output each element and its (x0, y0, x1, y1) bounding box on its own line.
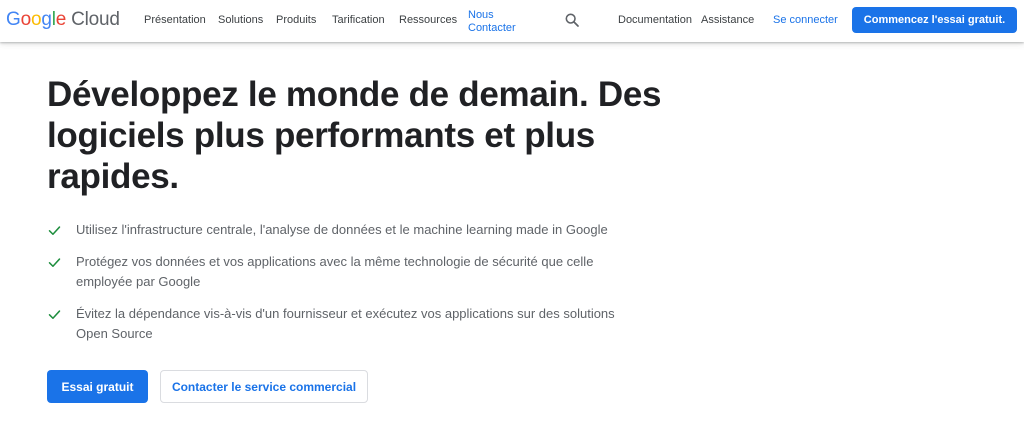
feature-text: Évitez la dépendance vis-à-vis d'un four… (76, 306, 615, 341)
check-icon (48, 310, 61, 319)
free-trial-button[interactable]: Essai gratuit (47, 370, 148, 403)
list-item: Utilisez l'infrastructure centrale, l'an… (47, 220, 647, 240)
top-header: Google Cloud Présentation Solutions Produ… (0, 0, 1024, 42)
start-free-trial-button[interactable]: Commencez l'essai gratuit. (852, 7, 1017, 33)
check-icon (48, 258, 61, 267)
list-item: Protégez vos données et vos applications… (47, 252, 647, 292)
feature-text: Utilisez l'infrastructure centrale, l'an… (76, 222, 608, 237)
search-icon[interactable] (564, 12, 580, 28)
nav-produits[interactable]: Produits (276, 14, 316, 26)
feature-list: Utilisez l'infrastructure centrale, l'an… (47, 220, 647, 356)
nav-solutions[interactable]: Solutions (218, 14, 263, 26)
nav-documentation[interactable]: Documentation (618, 14, 692, 26)
nav-ressources[interactable]: Ressources (399, 14, 457, 26)
hero-headline: Développez le monde de demain. Des logic… (47, 75, 662, 196)
google-cloud-logo[interactable]: Google Cloud (6, 9, 120, 31)
logo-product-name: Cloud (71, 9, 120, 30)
signin-link[interactable]: Se connecter (773, 14, 838, 26)
check-icon (48, 226, 61, 235)
nav-presentation[interactable]: Présentation (144, 14, 206, 26)
feature-text: Protégez vos données et vos applications… (76, 254, 594, 289)
nav-tarification[interactable]: Tarification (332, 14, 385, 26)
contact-sales-button[interactable]: Contacter le service commercial (160, 370, 368, 403)
nav-assistance[interactable]: Assistance (701, 14, 754, 26)
list-item: Évitez la dépendance vis-à-vis d'un four… (47, 304, 647, 344)
nav-contact-link[interactable]: Nous Contacter (468, 9, 524, 35)
